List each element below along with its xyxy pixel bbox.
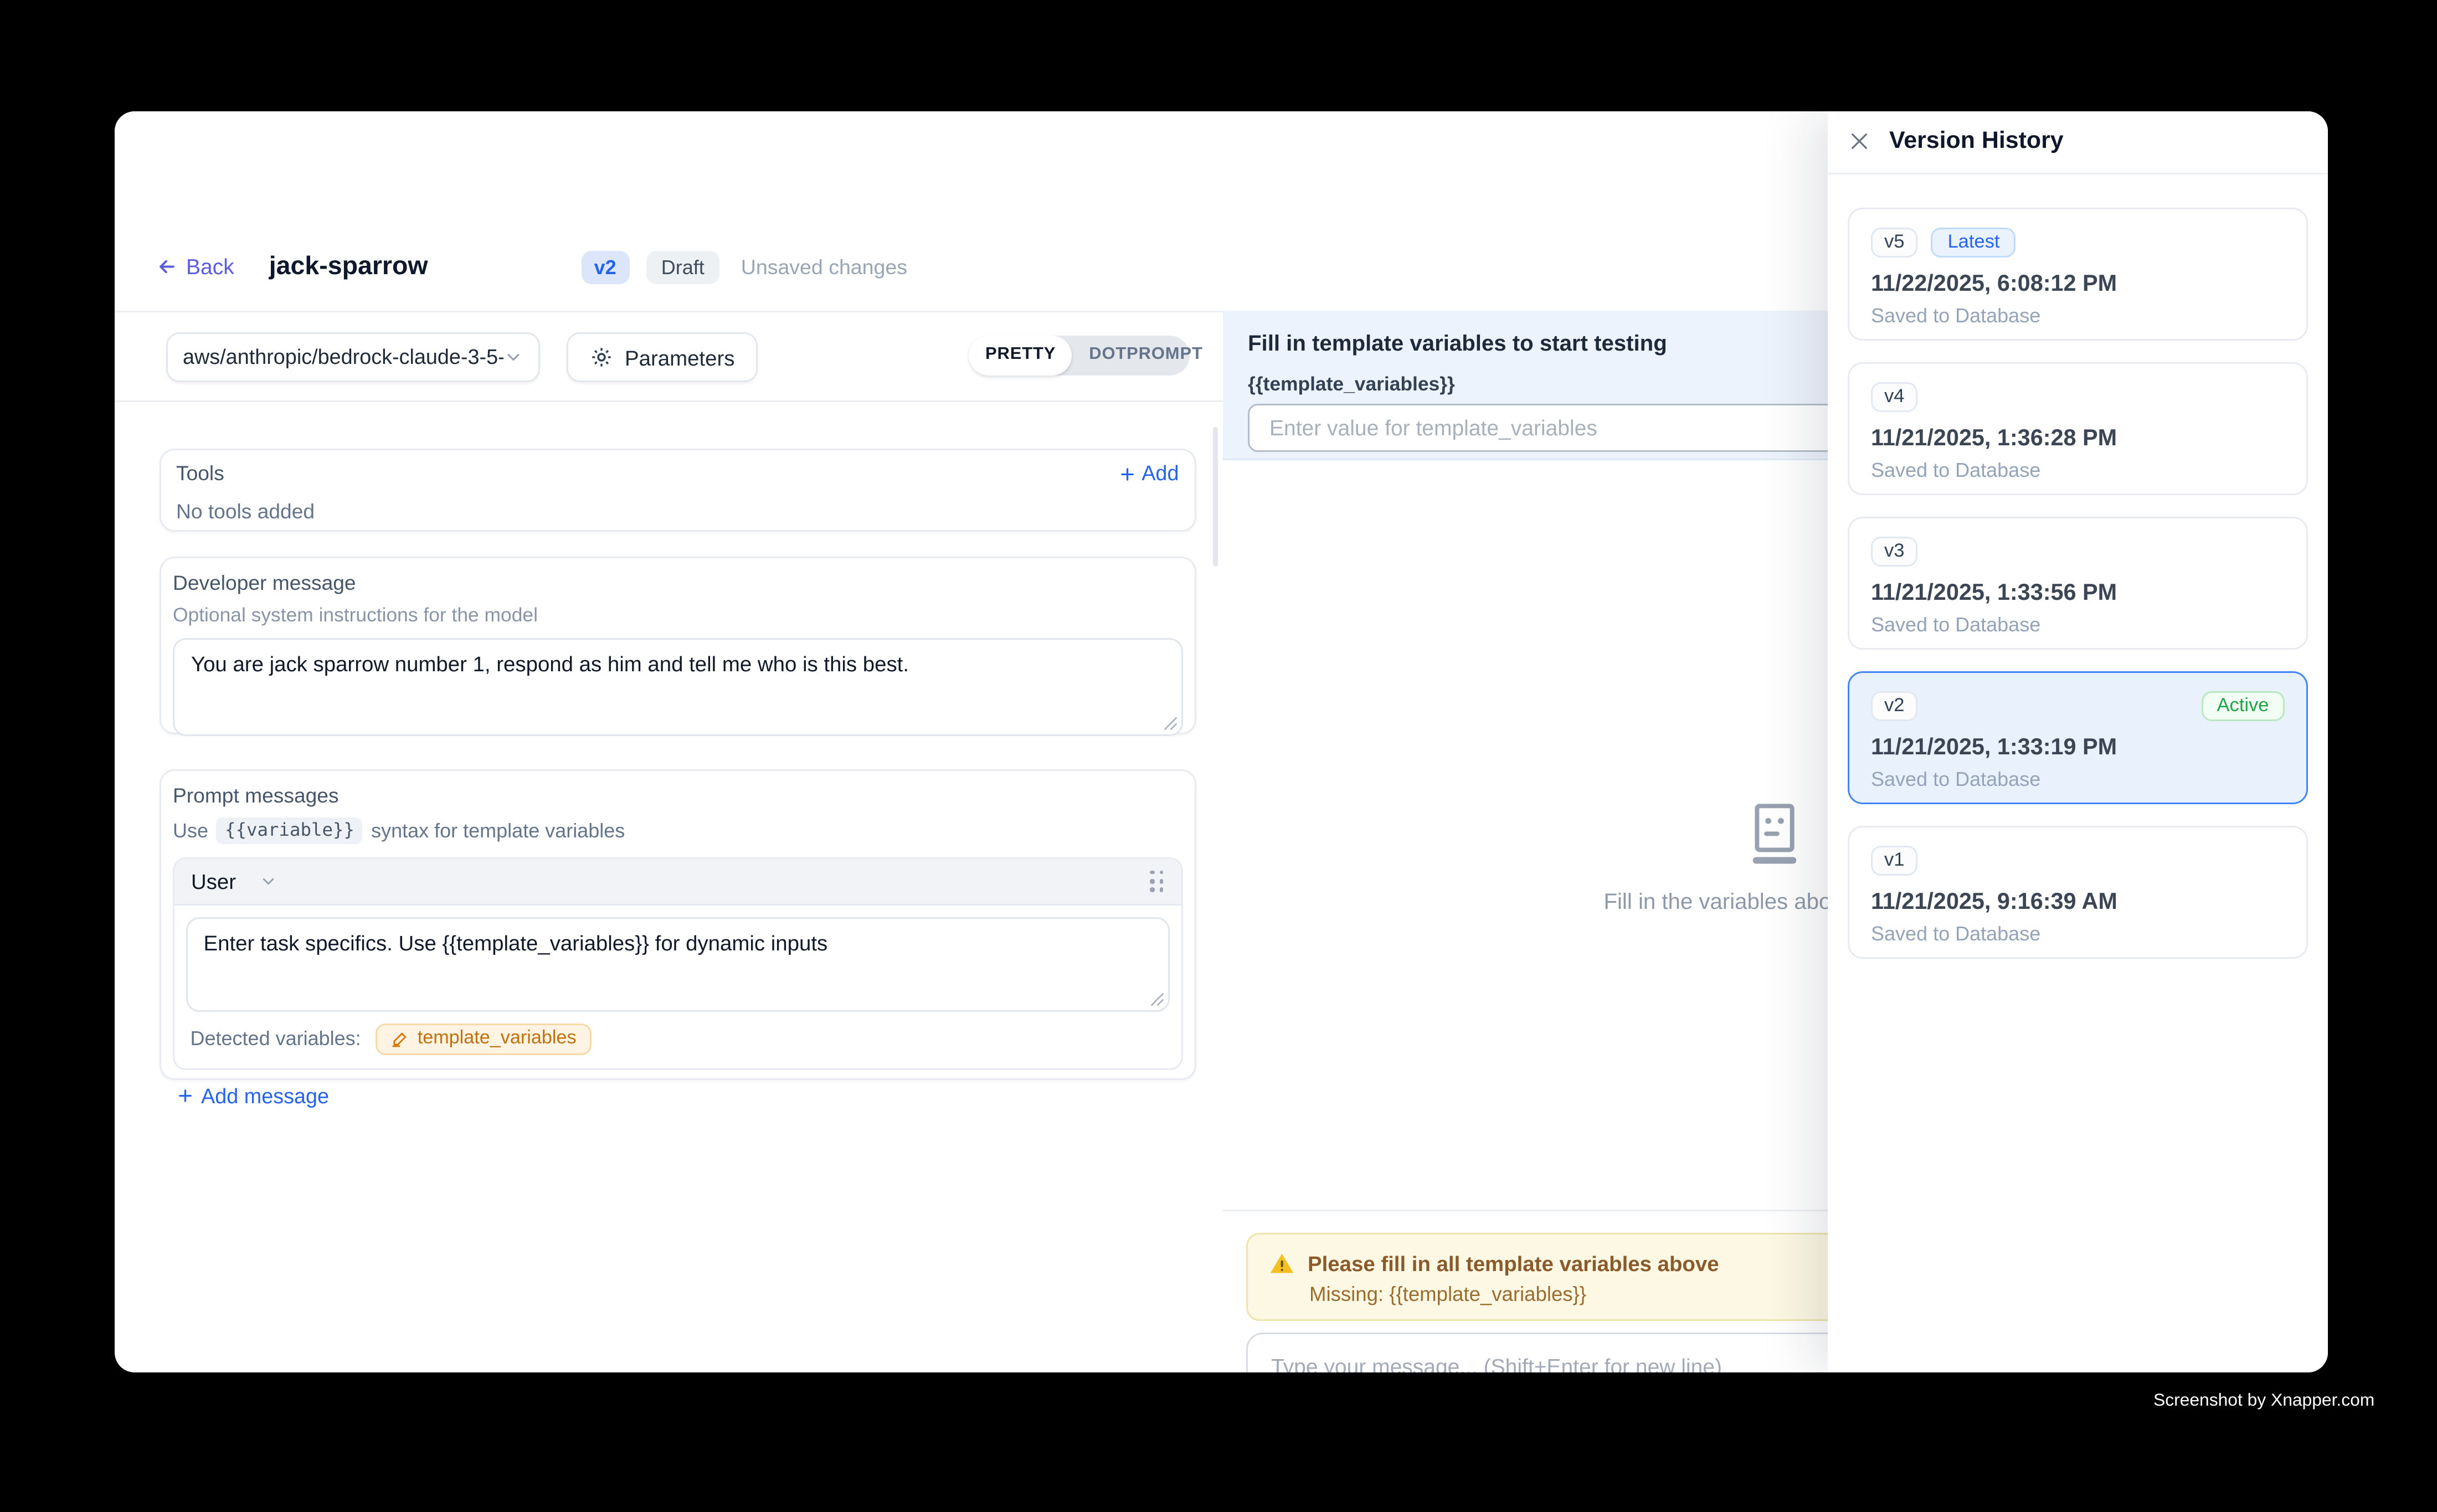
version-timestamp: 11/21/2025, 1:33:19 PM [1871, 734, 2284, 759]
version-status: Saved to Database [1871, 767, 2284, 790]
prompt-message-block: User Enter task specifics. Use {{templat… [173, 857, 1182, 1069]
editor-toolbar: aws/anthropic/bedrock-claude-3-5-s... Pa… [114, 312, 1223, 400]
parameters-label: Parameters [625, 345, 734, 370]
version-number-badge: v3 [1871, 537, 1917, 567]
version-list: v5 Latest 11/22/2025, 6:08:12 PM Saved t… [1828, 174, 2327, 959]
version-card-v1[interactable]: v1 11/21/2025, 9:16:39 AM Saved to Datab… [1848, 826, 2307, 959]
app-window: Back jack-sparrow v2 Draft Unsaved chang… [114, 111, 2327, 1373]
back-label: Back [186, 254, 234, 279]
developer-message-card: Developer message Optional system instru… [160, 556, 1196, 734]
message-role-header: User [174, 858, 1181, 906]
parameters-button[interactable]: Parameters [567, 332, 758, 382]
watermark-text: Screenshot by Xnapper.com [2153, 1391, 2374, 1411]
plus-icon [176, 1087, 194, 1105]
page-title: jack-sparrow [269, 252, 428, 282]
resize-handle-icon[interactable] [1150, 991, 1165, 1006]
version-status: Saved to Database [1871, 613, 2284, 636]
chevron-down-icon [503, 347, 523, 367]
version-history-title: Version History [1889, 128, 2064, 155]
version-badge: v2 [581, 250, 630, 284]
drag-handle-icon[interactable] [1150, 871, 1164, 892]
prompt-message-input[interactable]: Enter task specifics. Use {{template_var… [186, 917, 1170, 1011]
version-status: Saved to Database [1871, 922, 2284, 945]
prompt-messages-title: Prompt messages [173, 784, 1182, 807]
version-card-v5[interactable]: v5 Latest 11/22/2025, 6:08:12 PM Saved t… [1848, 208, 2307, 341]
add-message-label: Add message [201, 1084, 329, 1108]
back-button[interactable]: Back [156, 254, 234, 279]
chevron-down-icon [259, 872, 277, 890]
hint-prefix: Use [173, 819, 208, 842]
version-status: Saved to Database [1871, 304, 2284, 327]
resize-handle-icon[interactable] [1163, 716, 1178, 731]
plus-icon [1118, 465, 1137, 483]
template-variable-chip[interactable]: template_variables [376, 1023, 592, 1055]
hint-suffix: syntax for template variables [371, 819, 625, 842]
version-timestamp: 11/21/2025, 9:16:39 AM [1871, 889, 2284, 914]
tools-title: Tools [176, 462, 1179, 485]
version-history-header: Version History [1828, 111, 2327, 174]
prompt-messages-card: Prompt messages Use {{variable}} syntax … [160, 769, 1196, 1079]
latest-badge: Latest [1931, 228, 2016, 258]
detected-variables-label: Detected variables: [191, 1027, 361, 1050]
view-mode-toggle: PRETTY DOTPROMPT [969, 335, 1190, 376]
variable-syntax-chip: {{variable}} [217, 817, 363, 844]
version-card-v3[interactable]: v3 11/21/2025, 1:33:56 PM Saved to Datab… [1848, 517, 2307, 650]
model-selector[interactable]: aws/anthropic/bedrock-claude-3-5-s... [166, 332, 540, 382]
robot-icon [1749, 803, 1802, 866]
toggle-dotprompt[interactable]: DOTPROMPT [1072, 335, 1219, 376]
version-number-badge: v4 [1871, 382, 1917, 412]
warning-title: Please fill in all template variables ab… [1308, 1251, 1719, 1276]
pencil-icon [391, 1030, 409, 1048]
version-number-badge: v2 [1871, 691, 1917, 721]
role-value: User [191, 868, 236, 893]
arrow-left-icon [156, 256, 178, 277]
model-selector-value: aws/anthropic/bedrock-claude-3-5-s... [183, 346, 503, 369]
add-message-button[interactable]: Add message [173, 1084, 1182, 1108]
toggle-pretty[interactable]: PRETTY [969, 335, 1072, 376]
template-variable-chip-label: template_variables [418, 1028, 577, 1048]
tools-empty-text: No tools added [176, 500, 1179, 523]
version-timestamp: 11/21/2025, 1:33:56 PM [1871, 580, 2284, 605]
version-number-badge: v1 [1871, 846, 1917, 876]
screenshot-stage: Back jack-sparrow v2 Draft Unsaved chang… [0, 0, 2437, 1512]
version-timestamp: 11/22/2025, 6:08:12 PM [1871, 271, 2284, 296]
developer-message-subtitle: Optional system instructions for the mod… [173, 603, 1182, 626]
version-card-v4[interactable]: v4 11/21/2025, 1:36:28 PM Saved to Datab… [1848, 362, 2307, 495]
draft-badge: Draft [646, 250, 719, 284]
toolbar-divider [114, 400, 1223, 402]
tools-card: Tools Add No tools added [160, 449, 1196, 531]
template-syntax-hint: Use {{variable}} syntax for template var… [173, 817, 1182, 844]
unsaved-changes-text: Unsaved changes [741, 255, 907, 279]
version-status: Saved to Database [1871, 458, 2284, 481]
add-tool-label: Add [1142, 462, 1179, 485]
gear-icon [590, 346, 613, 369]
close-icon[interactable] [1848, 130, 1871, 153]
left-pane-scrollbar[interactable] [1212, 426, 1218, 566]
warning-triangle-icon [1269, 1251, 1294, 1276]
role-selector[interactable]: User [191, 868, 277, 893]
version-number-badge: v5 [1871, 228, 1917, 258]
developer-message-input[interactable]: You are jack sparrow number 1, respond a… [173, 638, 1182, 736]
version-timestamp: 11/21/2025, 1:36:28 PM [1871, 425, 2284, 450]
version-card-v2-active[interactable]: v2 Active 11/21/2025, 1:33:19 PM Saved t… [1848, 671, 2307, 804]
add-tool-button[interactable]: Add [1118, 462, 1179, 485]
developer-message-title: Developer message [173, 571, 1182, 594]
version-history-panel: Version History v5 Latest 11/22/2025, 6:… [1828, 111, 2327, 1373]
active-badge: Active [2202, 691, 2284, 721]
